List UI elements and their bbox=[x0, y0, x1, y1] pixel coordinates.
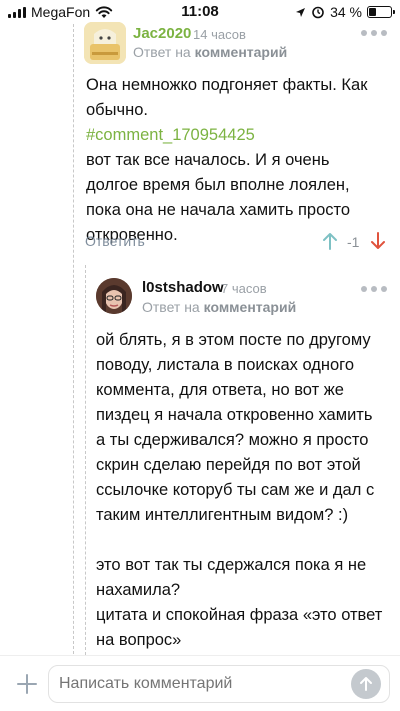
reply-to-link[interactable]: комментарий bbox=[204, 299, 297, 315]
comment-actions: Ответить -1 bbox=[85, 232, 395, 252]
vote-down-icon[interactable] bbox=[370, 232, 386, 250]
avatar-image bbox=[84, 22, 126, 64]
comment-text: Она немножко подгоняет факты. Как обычно… bbox=[86, 76, 368, 119]
more-options-icon[interactable] bbox=[361, 30, 387, 38]
battery-fill bbox=[369, 8, 377, 16]
reply-to-link[interactable]: комментарий bbox=[195, 44, 288, 60]
alarm-lock-icon bbox=[312, 6, 324, 19]
battery-percent: 34 % bbox=[330, 4, 362, 20]
arrow-up-icon bbox=[360, 677, 372, 691]
more-options-icon[interactable] bbox=[361, 286, 387, 294]
comment-text: ой блять, я в этом посте по другому пово… bbox=[96, 331, 375, 524]
comment-composer bbox=[0, 655, 400, 711]
location-arrow-icon bbox=[296, 7, 306, 17]
vote-up-icon[interactable] bbox=[322, 232, 338, 250]
comment-body: ой блять, я в этом посте по другому пово… bbox=[96, 328, 386, 653]
thread-line bbox=[73, 24, 74, 654]
thread-line bbox=[85, 265, 86, 655]
reply-button[interactable]: Ответить bbox=[85, 233, 145, 249]
reply-to-prefix: Ответ на bbox=[142, 299, 200, 315]
comment-input[interactable] bbox=[48, 665, 390, 703]
reply-to: Ответ на комментарий bbox=[133, 44, 287, 60]
send-button[interactable] bbox=[351, 669, 381, 699]
battery-icon bbox=[367, 6, 395, 18]
plus-icon[interactable] bbox=[16, 673, 38, 695]
status-bar: MegaFon 11:08 34 % bbox=[0, 0, 400, 24]
comment-author[interactable]: l0stshadow bbox=[142, 279, 224, 296]
comment-body: Она немножко подгоняет факты. Как обычно… bbox=[86, 73, 386, 248]
comment-author[interactable]: Jac2020 bbox=[133, 25, 191, 42]
comment-time: 14 часов bbox=[193, 27, 246, 42]
avatar[interactable] bbox=[96, 278, 132, 314]
avatar-image bbox=[96, 278, 132, 314]
comment-time: 7 часов bbox=[221, 281, 267, 296]
comment-score: -1 bbox=[347, 234, 360, 250]
status-right: 34 % bbox=[295, 4, 395, 20]
comment-link[interactable]: #comment_170954425 bbox=[86, 123, 386, 148]
comment-text: это вот так ты сдержался пока я не нахам… bbox=[96, 556, 383, 649]
reply-to: Ответ на комментарий bbox=[142, 299, 296, 315]
reply-to-prefix: Ответ на bbox=[133, 44, 191, 60]
avatar[interactable] bbox=[84, 22, 126, 64]
